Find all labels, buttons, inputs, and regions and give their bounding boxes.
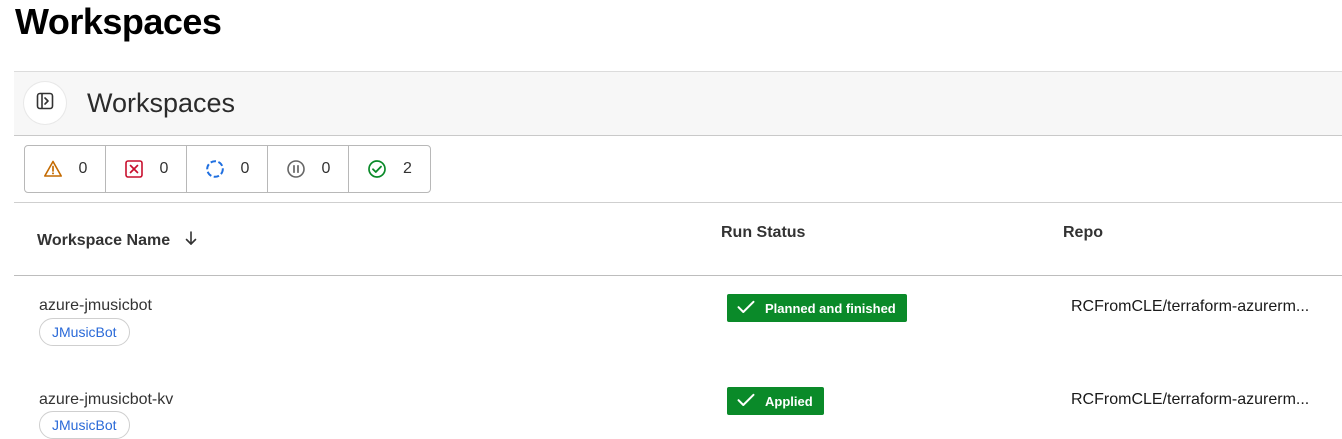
filter-paused-count: 0 [321, 160, 331, 177]
run-status-badge[interactable]: Applied [727, 387, 824, 415]
run-status-badge[interactable]: Planned and finished [727, 294, 907, 322]
workspace-tag[interactable]: JMusicBot [39, 411, 130, 439]
filter-error-count: 0 [159, 160, 169, 177]
error-icon [124, 159, 144, 179]
arrow-down-icon [184, 230, 198, 251]
checkmark-icon [737, 393, 755, 410]
filter-warning[interactable]: 0 [25, 146, 106, 192]
warning-icon [43, 159, 63, 179]
column-header-run-status[interactable]: Run Status [721, 224, 805, 242]
sidebar-toggle-button[interactable] [24, 82, 66, 124]
run-status-label: Planned and finished [765, 300, 896, 316]
column-header-label: Workspace Name [37, 231, 171, 249]
filter-paused[interactable]: 0 [268, 146, 349, 192]
status-filter-bar: 0 0 0 0 2 [24, 145, 431, 193]
filter-warning-count: 0 [78, 160, 88, 177]
running-icon [205, 159, 225, 179]
table-top-divider [14, 202, 1342, 203]
run-status-label: Applied [765, 393, 813, 409]
page-title: Workspaces [15, 1, 222, 42]
workspace-name-link[interactable]: azure-jmusicbot [39, 297, 152, 315]
workspace-name-link[interactable]: azure-jmusicbot-kv [39, 391, 173, 409]
column-header-repo[interactable]: Repo [1063, 224, 1103, 242]
checkmark-icon [737, 300, 755, 317]
filter-running-count: 0 [240, 160, 250, 177]
filter-success-count: 2 [403, 160, 412, 177]
table-header-divider [14, 275, 1342, 276]
panel-title: Workspaces [87, 88, 236, 118]
workspaces-panel-header: Workspaces [14, 71, 1342, 136]
repo-link[interactable]: RCFromCLE/terraform-azurerm... [1071, 391, 1309, 409]
filter-success[interactable]: 2 [349, 146, 430, 192]
success-icon [367, 159, 387, 179]
filter-error[interactable]: 0 [106, 146, 187, 192]
repo-link[interactable]: RCFromCLE/terraform-azurerm... [1071, 298, 1309, 316]
filter-running[interactable]: 0 [187, 146, 268, 192]
paused-icon [286, 159, 306, 179]
column-header-workspace-name[interactable]: Workspace Name [37, 230, 198, 251]
sidebar-expand-icon [36, 92, 54, 115]
workspace-tag[interactable]: JMusicBot [39, 318, 130, 346]
